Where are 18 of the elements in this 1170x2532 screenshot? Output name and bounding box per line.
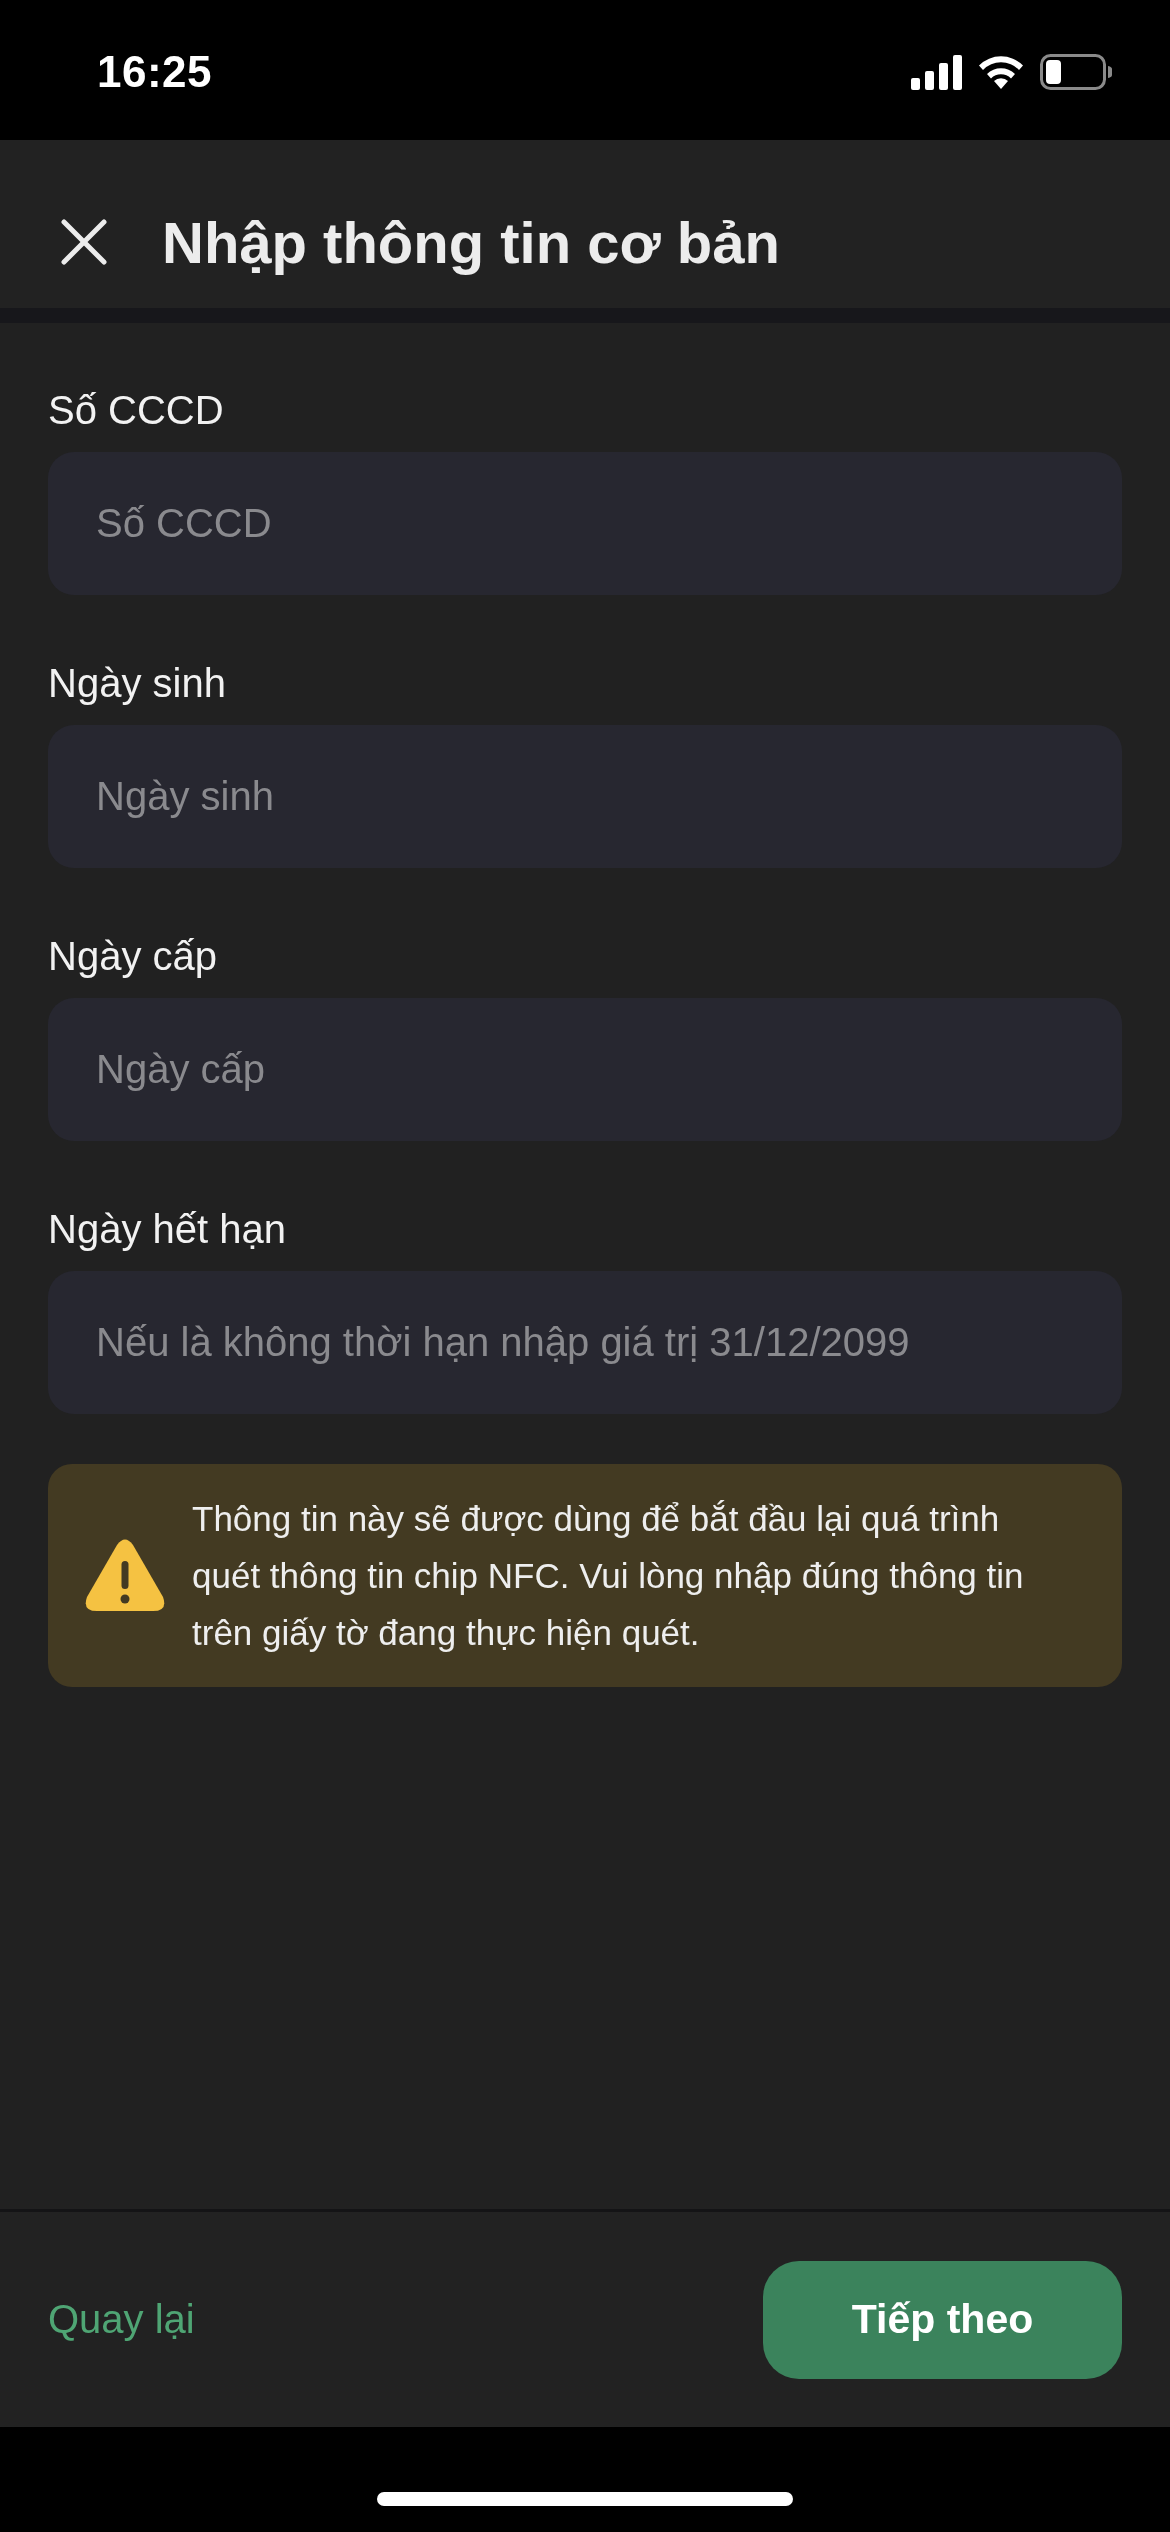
input-field[interactable]: Nếu là không thời hạn nhập giá trị 31/12/2099 (48, 1271, 1122, 1414)
close-icon (61, 219, 107, 265)
warning-text: Thông tin này sẽ được dùng để bắt đầu lại quá trình quét thông tin chip NFC. Vui lòng nhập đúng thông tin trên giấy tờ đang thực hiện quét. (192, 1498, 1025, 1654)
field-label: Ngày cấp (48, 933, 217, 980)
status-time: 16:25 (97, 47, 213, 97)
input-field[interactable]: Số CCCD (48, 452, 1122, 595)
screen-title: Nhập thông tin cơ bản (162, 208, 780, 276)
field-label: Ngày hết hạn (48, 1206, 286, 1253)
wifi-icon (978, 55, 1024, 89)
signal-icon (911, 54, 962, 90)
warning-icon (84, 1538, 166, 1613)
input-field[interactable]: Ngày cấp (48, 998, 1122, 1141)
input-field[interactable]: Ngày sinh (48, 725, 1122, 868)
next-button[interactable]: Tiếp theo (763, 2260, 1122, 2379)
back-link[interactable]: Quay lại (48, 2297, 195, 2342)
field-label: Số CCCD (48, 387, 224, 434)
battery-icon (1040, 54, 1112, 90)
field-label: Ngày sinh (48, 660, 226, 707)
